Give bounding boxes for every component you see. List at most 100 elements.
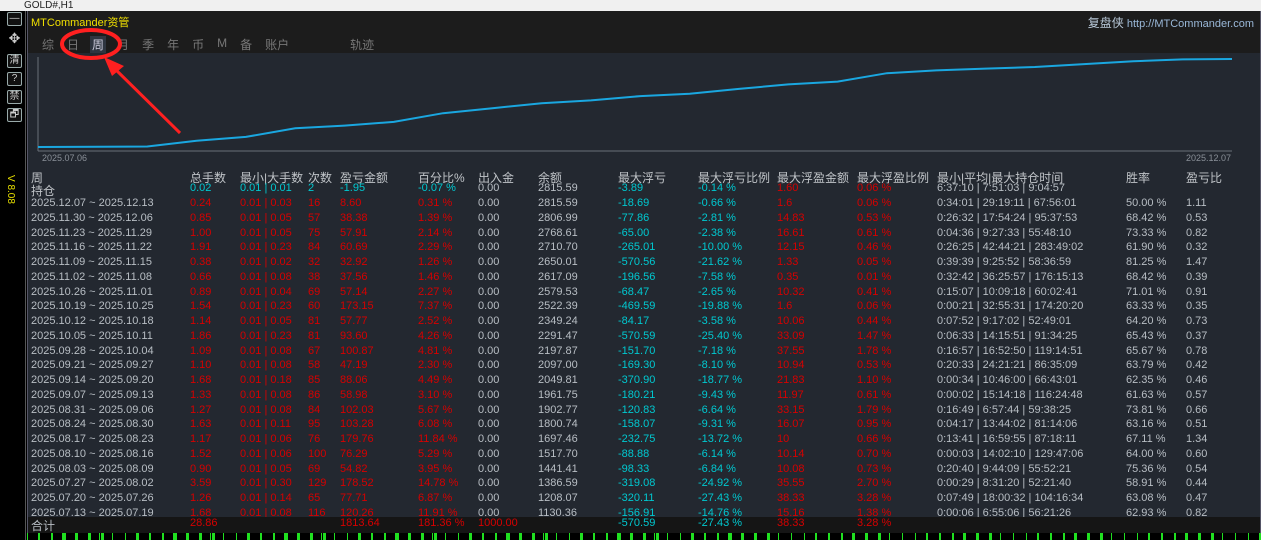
cell-13: 64.00 % bbox=[1126, 447, 1167, 460]
cell-0: 2025.12.07 ~ 2025.12.13 bbox=[31, 197, 154, 209]
cell-11: 1.78 % bbox=[857, 344, 892, 357]
cell-2: 0.01 | 0.08 bbox=[240, 344, 292, 357]
cell-1: 0.66 bbox=[190, 270, 212, 283]
cell-2: 0.01 | 0.08 bbox=[240, 359, 292, 372]
cell-4: 76.29 bbox=[340, 447, 368, 460]
cell-4: 103.28 bbox=[340, 418, 374, 431]
tab-1[interactable]: 日 bbox=[65, 36, 81, 53]
price-bar bbox=[408, 533, 411, 540]
cell-5: 181.36 % bbox=[418, 517, 465, 529]
tab-9[interactable]: 账户 bbox=[263, 36, 291, 53]
cell-6: 0.00 bbox=[478, 241, 500, 254]
price-bar bbox=[297, 533, 300, 540]
cell-11: 0.53 % bbox=[857, 211, 892, 224]
cell-10: 12.15 bbox=[777, 241, 805, 254]
cell-13: 58.91 % bbox=[1126, 477, 1167, 490]
minimize-icon[interactable]: — bbox=[7, 12, 22, 26]
cell-6: 0.00 bbox=[478, 403, 500, 416]
cell-11: 0.44 % bbox=[857, 315, 892, 327]
cell-10: 38.33 bbox=[777, 492, 805, 504]
table-row: 2025.08.24 ~ 2025.08.30 1.63 0.01 | 0.11 95… bbox=[28, 418, 1260, 433]
position-row: 持仓 0.02 0.01 | 0.01 2 -1.95 -0.07 % 0.00 2815.5… bbox=[28, 182, 1260, 198]
cell-11: 1.79 % bbox=[857, 403, 892, 416]
restore-icon[interactable]: 🗗 bbox=[7, 108, 22, 122]
price-bar bbox=[543, 533, 544, 540]
cell-7: 1517.70 bbox=[538, 447, 578, 460]
cell-8: -196.56 bbox=[618, 270, 656, 283]
cell-1: 0.24 bbox=[190, 197, 212, 209]
tab-7[interactable]: M bbox=[215, 36, 229, 53]
cell-6: 0.00 bbox=[478, 270, 500, 283]
price-bar bbox=[1050, 533, 1052, 540]
cell-3: 69 bbox=[308, 285, 321, 298]
cell-9: -6.64 % bbox=[698, 403, 736, 416]
cell-12: 6:37:10 | 7:51:03 | 9:04:57 bbox=[937, 182, 1066, 194]
cell-5: 4.26 % bbox=[418, 329, 453, 342]
clear-icon[interactable]: 清 bbox=[7, 54, 22, 68]
tab-2[interactable]: 周 bbox=[90, 36, 107, 53]
cell-12: 0:26:32 | 17:54:24 | 95:37:53 bbox=[937, 211, 1078, 224]
tab-3[interactable]: 月 bbox=[115, 36, 131, 53]
cell-12: 0:07:52 | 9:17:02 | 52:49:01 bbox=[937, 315, 1072, 327]
cell-5: 14.78 % bbox=[418, 477, 459, 490]
cell-2: 0.01 | 0.14 bbox=[240, 492, 292, 504]
cell-1: 0.02 bbox=[190, 182, 212, 194]
cell-14: 1.11 bbox=[1186, 197, 1207, 209]
cell-3: 75 bbox=[308, 226, 321, 239]
cell-1: 1.52 bbox=[190, 447, 212, 460]
price-bar bbox=[643, 533, 646, 540]
cell-1: 0.90 bbox=[190, 462, 212, 475]
cell-3: 67 bbox=[308, 344, 321, 357]
tab-8[interactable]: 备 bbox=[238, 36, 254, 53]
cell-2: 0.01 | 0.23 bbox=[240, 241, 292, 254]
cell-4: 93.60 bbox=[340, 329, 368, 342]
disable-icon[interactable]: 禁 bbox=[7, 90, 22, 104]
cell-3: 16 bbox=[308, 197, 321, 209]
price-bar bbox=[656, 533, 659, 540]
cell-9: -25.40 % bbox=[698, 329, 743, 342]
brand-link[interactable]: 复盘侠 http://MTCommander.com bbox=[1088, 14, 1254, 31]
price-bar bbox=[136, 533, 138, 540]
move-icon[interactable]: ✥ bbox=[7, 31, 22, 46]
cell-10: 14.83 bbox=[777, 211, 805, 224]
help-icon[interactable]: ? bbox=[7, 72, 22, 86]
price-bar bbox=[162, 533, 164, 540]
symbol-tab[interactable]: GOLD#,H1 bbox=[24, 0, 73, 11]
cell-13: 63.79 % bbox=[1126, 359, 1167, 372]
cell-11: 0.46 % bbox=[857, 241, 892, 254]
cell-14: 0.37 bbox=[1186, 329, 1208, 342]
cell-13: 81.25 % bbox=[1126, 256, 1167, 268]
cell-11: 2.70 % bbox=[857, 477, 892, 490]
tab-4[interactable]: 季 bbox=[140, 36, 156, 53]
price-bar bbox=[471, 533, 472, 540]
tab-6[interactable]: 币 bbox=[190, 36, 206, 53]
tab-5[interactable]: 年 bbox=[165, 36, 181, 53]
cell-14: 0.78 bbox=[1186, 344, 1208, 357]
price-bar bbox=[125, 533, 126, 540]
cell-9: -2.65 % bbox=[698, 285, 736, 298]
cell-14: 0.46 bbox=[1186, 374, 1208, 386]
tab-0[interactable]: 综 bbox=[40, 36, 56, 53]
cell-13: 61.63 % bbox=[1126, 388, 1167, 401]
cell-2: 0.01 | 0.30 bbox=[240, 477, 292, 490]
cell-11: 0.61 % bbox=[857, 226, 892, 239]
tab-10[interactable]: 轨迹 bbox=[348, 36, 376, 53]
cell-8: -370.90 bbox=[618, 374, 656, 386]
table-row: 2025.08.10 ~ 2025.08.16 1.52 0.01 | 0.06 10… bbox=[28, 448, 1260, 463]
price-bar bbox=[62, 533, 65, 540]
cell-9: -18.77 % bbox=[698, 374, 743, 386]
cell-12: 0:16:49 | 6:57:44 | 59:38:25 bbox=[937, 403, 1072, 416]
price-bar bbox=[1000, 533, 1001, 540]
cell-1: 1.14 bbox=[190, 315, 212, 327]
cell-5: 11.84 % bbox=[418, 433, 458, 445]
cell-6: 0.00 bbox=[478, 285, 500, 298]
price-bar bbox=[1161, 533, 1163, 540]
price-bar bbox=[223, 533, 224, 540]
cell-13: 64.20 % bbox=[1126, 315, 1167, 327]
cell-12: 0:32:42 | 36:25:57 | 176:15:13 bbox=[937, 270, 1084, 283]
price-bar bbox=[1013, 533, 1014, 540]
cell-3: 58 bbox=[308, 359, 321, 372]
price-bar bbox=[728, 533, 731, 540]
price-bar bbox=[617, 533, 620, 540]
site-url[interactable]: http://MTCommander.com bbox=[1127, 18, 1254, 30]
